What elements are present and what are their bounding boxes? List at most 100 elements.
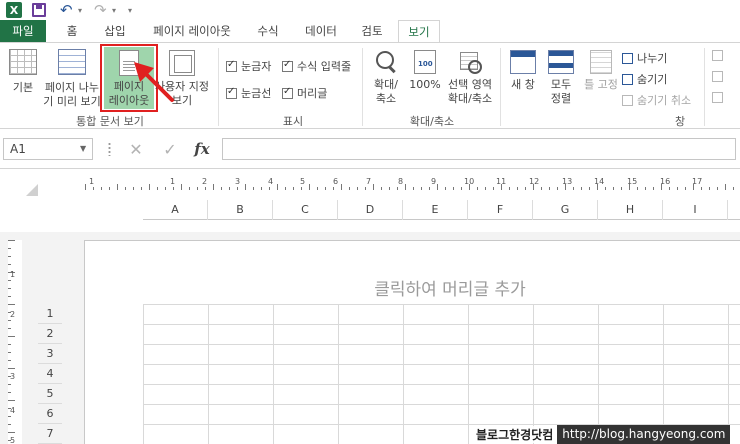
enter-icon[interactable]: ✓ (160, 138, 180, 160)
ruler-number: 1 (10, 270, 16, 279)
formula-bar-checkbox[interactable]: 수식 입력줄 (282, 58, 351, 74)
column-header[interactable]: H (598, 200, 663, 220)
select-all-corner[interactable] (26, 184, 38, 196)
ruler-tick (301, 187, 302, 190)
tab-formulas[interactable]: 수식 (248, 20, 288, 42)
unhide-icon (622, 94, 633, 106)
ruler-tick (8, 240, 15, 241)
column-header[interactable]: C (273, 200, 338, 220)
reset-window-icon[interactable] (712, 92, 727, 103)
tab-data[interactable]: 데이터 (296, 20, 346, 42)
excel-logo-letter: X (6, 2, 22, 18)
gridlines-checkbox[interactable]: 눈금선 (226, 85, 271, 101)
headings-checkbox[interactable]: 머리글 (282, 85, 327, 101)
column-header[interactable]: G (533, 200, 598, 220)
new-window-button[interactable]: 새 창 (506, 50, 540, 92)
ruler-tick (445, 187, 446, 190)
ruler-tick (373, 184, 374, 190)
split-button[interactable]: 나누기 (622, 50, 667, 66)
row-headers: 1234567 (38, 304, 62, 444)
row-header[interactable]: 4 (38, 364, 62, 384)
insert-function-icon[interactable]: fx (192, 138, 212, 160)
ruler-tick (677, 187, 678, 190)
ruler-checkbox[interactable]: 눈금자 (226, 58, 271, 74)
column-header[interactable]: F (468, 200, 533, 220)
ruler-tick (8, 432, 15, 433)
zoom-to-selection-button[interactable]: 선택 영역 확대/축소 (442, 50, 498, 106)
column-header[interactable]: B (208, 200, 273, 220)
name-box-dropdown-icon[interactable]: ▼ (80, 144, 86, 153)
row-header[interactable]: 7 (38, 424, 62, 444)
save-icon[interactable] (32, 2, 46, 18)
sync-scroll-icon[interactable] (712, 71, 727, 82)
column-header[interactable]: E (403, 200, 468, 220)
hide-icon (622, 73, 633, 85)
tab-page-layout[interactable]: 페이지 레이아웃 (142, 20, 242, 42)
cell-grid[interactable] (143, 304, 740, 444)
row-header[interactable]: 3 (38, 344, 62, 364)
arrange-label-2: 정렬 (550, 92, 572, 105)
view-side-by-side-icon[interactable] (712, 50, 727, 61)
tab-view[interactable]: 보기 (398, 20, 440, 43)
ruler-number: 14 (594, 177, 605, 186)
normal-view-button[interactable]: 기본 (6, 49, 40, 95)
customize-qat-icon[interactable]: ▾ (128, 2, 132, 18)
ruler-tick (517, 187, 518, 190)
ruler-tick (8, 344, 11, 345)
ruler-tick (717, 187, 718, 190)
ruler-tick (389, 187, 390, 190)
add-header-placeholder[interactable]: 클릭하여 머리글 추가 (300, 275, 600, 300)
ruler-tick (509, 187, 510, 190)
ruler-tick (8, 248, 11, 249)
arrange-all-button[interactable]: 모두 정렬 (544, 50, 578, 106)
redo-icon[interactable]: ↷ (94, 1, 107, 19)
ruler-tick (605, 187, 606, 190)
redo-dropdown-icon[interactable]: ▾ (112, 2, 116, 18)
ruler-tick (397, 187, 398, 190)
hide-button[interactable]: 숨기기 (622, 71, 667, 87)
tab-home[interactable]: 홈 (56, 20, 88, 42)
unhide-button[interactable]: 숨기기 취소 (622, 92, 691, 108)
zoom-label-1: 확대/ (374, 78, 398, 91)
ruler-tick (285, 187, 286, 190)
zoom-label-2: 축소 (375, 92, 397, 105)
ruler-number: 13 (562, 177, 573, 186)
tab-review[interactable]: 검토 (352, 20, 392, 42)
page-break-preview-button[interactable]: 페이지 나누 기 미리 보기 (42, 49, 102, 109)
column-headers: ABCDEFGHI (143, 200, 740, 220)
ruler-number: 5 (10, 436, 16, 444)
cancel-icon[interactable]: ✕ (126, 138, 146, 160)
new-window-icon (510, 50, 536, 74)
ruler-number: 5 (300, 177, 306, 186)
ruler-number: 12 (529, 177, 540, 186)
ruler-tick (317, 187, 318, 190)
ruler-tick (133, 187, 134, 190)
ruler-tick (149, 184, 150, 190)
tab-file[interactable]: 파일 (0, 20, 46, 42)
freeze-panes-button[interactable]: 틀 고정 (582, 50, 620, 92)
ruler-number: 8 (398, 177, 404, 186)
undo-icon[interactable]: ↶ (60, 1, 73, 19)
undo-dropdown-icon[interactable]: ▾ (78, 2, 82, 18)
formula-bar-label: 수식 입력줄 (297, 60, 352, 73)
formula-bar-grip[interactable] (108, 142, 111, 156)
ruler-tick (325, 187, 326, 190)
row-header[interactable]: 6 (38, 404, 62, 424)
freeze-panes-label: 틀 고정 (584, 78, 618, 91)
row-header[interactable]: 5 (38, 384, 62, 404)
ruler-tick (357, 187, 358, 190)
tab-insert[interactable]: 삽입 (92, 20, 138, 42)
ruler-number: 1 (89, 177, 95, 186)
ruler-tick (8, 280, 11, 281)
formula-input[interactable] (222, 138, 736, 160)
zoom-button[interactable]: 확대/ 축소 (366, 50, 406, 106)
column-header[interactable]: A (143, 200, 208, 220)
column-header[interactable]: I (663, 200, 728, 220)
ruler-tick (701, 187, 702, 190)
zoom-100-button[interactable]: 100 100% (408, 50, 442, 92)
column-header[interactable]: D (338, 200, 403, 220)
ruler-tick (141, 187, 142, 190)
row-header[interactable]: 1 (38, 304, 62, 324)
ruler-tick (685, 187, 686, 190)
row-header[interactable]: 2 (38, 324, 62, 344)
